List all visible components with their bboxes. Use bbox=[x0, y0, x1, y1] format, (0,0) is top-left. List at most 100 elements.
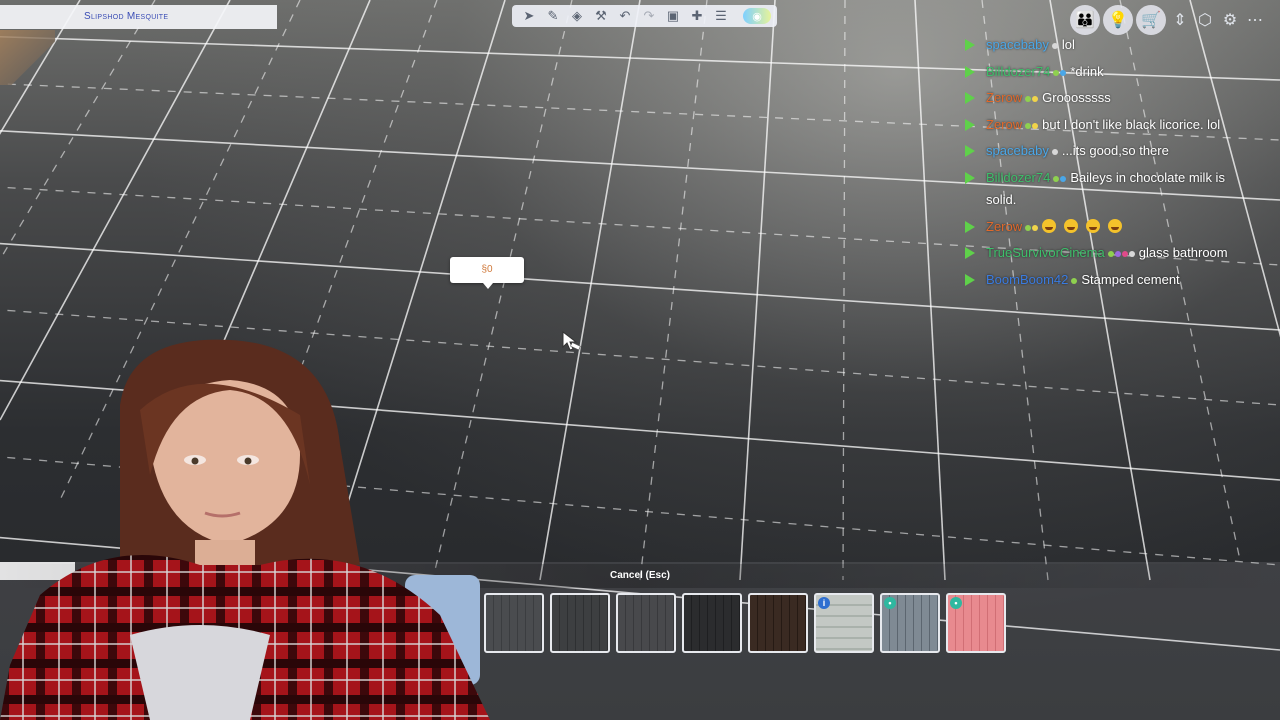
chat-badges bbox=[1025, 216, 1039, 239]
chat-username[interactable]: spacebaby bbox=[986, 143, 1049, 158]
cube-icon[interactable]: ⬡ bbox=[1194, 9, 1216, 31]
floor-swatch[interactable]: • bbox=[946, 593, 1006, 653]
select-icon[interactable]: ➤ bbox=[518, 6, 540, 26]
eyedropper-icon[interactable]: ✎ bbox=[542, 6, 564, 26]
badge-icon bbox=[1051, 149, 1058, 155]
play-icon bbox=[965, 92, 975, 104]
badge-icon bbox=[1107, 251, 1114, 257]
play-icon bbox=[965, 65, 975, 78]
menu-icon[interactable]: ⋯ bbox=[1244, 9, 1266, 31]
chat-message: BoomBoom42 Stamped cement bbox=[960, 269, 1230, 292]
chat-badges bbox=[1051, 34, 1059, 57]
chat-badges bbox=[1025, 114, 1039, 137]
chat-badges bbox=[1053, 167, 1067, 190]
badge-icon bbox=[1051, 43, 1058, 49]
design-tool-icon[interactable]: ◈ bbox=[566, 6, 588, 26]
chat-message: Zerow bbox=[960, 216, 1230, 239]
chat-text: Stamped cement bbox=[1081, 271, 1180, 287]
cart-icon[interactable]: 🛒 bbox=[1136, 5, 1166, 35]
badge-icon bbox=[1071, 277, 1078, 284]
chat-badges bbox=[1053, 61, 1067, 84]
chat-username[interactable]: Billdozer74 bbox=[986, 64, 1050, 79]
manage-worlds-icon[interactable]: ⚙ bbox=[1219, 9, 1241, 31]
chat-message: spacebaby lol bbox=[960, 34, 1230, 57]
level-arrows-icon[interactable]: ⇕ bbox=[1169, 9, 1191, 31]
chat-badges bbox=[1025, 87, 1039, 110]
floor-edge-wood bbox=[0, 30, 55, 85]
camera-view-icon[interactable]: ◉ bbox=[743, 8, 771, 24]
redo-icon[interactable]: ↷ bbox=[638, 6, 660, 26]
play-icon bbox=[965, 220, 975, 233]
sledgehammer-icon[interactable]: ⚒ bbox=[590, 6, 612, 26]
webcam-overlay bbox=[0, 339, 490, 720]
chat-message: Billdozer74 Baileys in chocolate milk is … bbox=[960, 167, 1230, 212]
floor-swatch[interactable]: i bbox=[814, 593, 874, 653]
chat-text: glass bathroom bbox=[1138, 245, 1228, 260]
badge-icon bbox=[1053, 175, 1060, 182]
chat-message: spacebaby ...its good,so there bbox=[960, 140, 1230, 163]
build-toolbar: ➤ ✎ ◈ ⚒ ↶ ↷ ▣ ✚ ☰ ◉ bbox=[512, 5, 777, 27]
floor-swatch[interactable] bbox=[484, 593, 544, 653]
chat-username[interactable]: Zerow bbox=[986, 90, 1022, 105]
play-icon bbox=[965, 171, 975, 184]
chat-text: Grooosssss bbox=[1042, 90, 1111, 105]
floor-swatch[interactable]: • bbox=[880, 593, 940, 653]
chat-text: but I don't like black licorice. lol bbox=[1042, 116, 1221, 132]
chat-username[interactable]: TrueSurvivorCinema bbox=[986, 245, 1105, 260]
play-icon bbox=[965, 118, 975, 131]
move-icon[interactable]: ✚ bbox=[686, 6, 708, 26]
floor-swatch[interactable] bbox=[682, 593, 742, 653]
household-icon[interactable]: 👪 bbox=[1070, 5, 1100, 35]
laughing-emote-icon bbox=[1108, 218, 1123, 233]
lot-name-label: Slipshod Mesquite bbox=[0, 5, 277, 29]
lightbulb-icon[interactable]: 💡 bbox=[1103, 5, 1133, 35]
chat-message: Zerow Grooosssss bbox=[960, 87, 1230, 110]
price-value: §0 bbox=[481, 264, 493, 275]
info-badge-icon: i bbox=[818, 597, 830, 609]
badge-icon bbox=[1032, 96, 1039, 102]
badge-icon bbox=[1060, 175, 1067, 182]
floor-swatch[interactable] bbox=[616, 593, 676, 653]
laughing-emote-icon bbox=[1042, 218, 1057, 233]
chat-text: ...its good,so there bbox=[1061, 143, 1169, 158]
floor-swatch[interactable] bbox=[550, 593, 610, 653]
play-icon bbox=[965, 273, 975, 286]
chat-badges bbox=[1071, 269, 1078, 292]
badge-icon bbox=[1060, 69, 1067, 76]
badge-icon bbox=[1121, 251, 1128, 257]
chat-badges bbox=[1051, 140, 1059, 163]
badge-icon bbox=[1025, 96, 1032, 102]
floor-level-icon[interactable]: ☰ bbox=[710, 6, 732, 26]
floor-swatch-row: i • • bbox=[418, 593, 1006, 655]
top-right-controls: 👪 💡 🛒 ⇕ ⬡ ⚙ ⋯ bbox=[1070, 3, 1266, 37]
price-tag: §0 bbox=[450, 257, 524, 289]
undo-icon[interactable]: ↶ bbox=[614, 6, 636, 26]
badge-icon bbox=[1032, 122, 1039, 129]
chat-text: lol bbox=[1061, 37, 1075, 52]
chat-username[interactable]: Zerow bbox=[986, 219, 1022, 234]
chat-message: Zerow but I don't like black licorice. lo… bbox=[960, 114, 1230, 137]
laughing-emote-icon bbox=[1064, 218, 1079, 233]
badge-icon bbox=[1025, 122, 1032, 129]
floor-swatch[interactable] bbox=[748, 593, 808, 653]
badge-icon bbox=[1032, 224, 1039, 231]
pack-badge-icon: • bbox=[950, 597, 962, 609]
chat-username[interactable]: spacebaby bbox=[986, 37, 1049, 52]
play-icon bbox=[965, 145, 975, 157]
place-icon[interactable]: ▣ bbox=[662, 6, 684, 26]
play-icon bbox=[965, 39, 975, 51]
stream-chat: spacebaby lol Billdozer74 *drink Zerow Grooos… bbox=[960, 34, 1230, 295]
laughing-emote-icon bbox=[1086, 218, 1101, 233]
chat-text: *drink bbox=[1070, 63, 1104, 79]
mouse-cursor-icon bbox=[562, 331, 581, 351]
badge-icon bbox=[1053, 69, 1060, 76]
badge-icon bbox=[1025, 224, 1032, 231]
chat-username[interactable]: BoomBoom42 bbox=[986, 272, 1068, 287]
chat-username[interactable]: Zerow bbox=[986, 117, 1022, 132]
badge-icon bbox=[1114, 251, 1121, 257]
play-icon bbox=[965, 247, 975, 259]
chat-message: TrueSurvivorCinema glass bathroom bbox=[960, 242, 1230, 265]
chat-username[interactable]: Billdozer74 bbox=[986, 170, 1050, 185]
cancel-label: Cancel (Esc) bbox=[609, 570, 671, 581]
badge-icon bbox=[1128, 251, 1135, 257]
